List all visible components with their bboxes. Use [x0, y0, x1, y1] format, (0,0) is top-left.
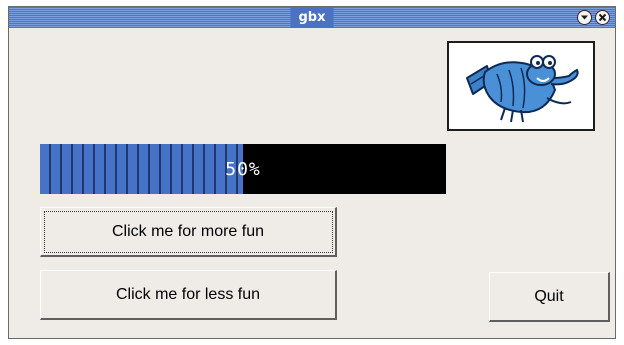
- title-bar[interactable]: gbx: [9, 7, 615, 28]
- close-icon: [598, 13, 607, 22]
- minimize-button[interactable]: [577, 10, 592, 25]
- chevron-down-icon: [581, 15, 588, 20]
- window-title: gbx: [290, 7, 334, 28]
- gbx-window: gbx 50% Click me for more fun Click me f…: [8, 6, 616, 339]
- more-fun-button[interactable]: Click me for more fun: [40, 207, 337, 257]
- close-button[interactable]: [595, 10, 610, 25]
- less-fun-button[interactable]: Click me for less fun: [40, 270, 337, 320]
- logo-image: [447, 41, 595, 131]
- progress-label: 50%: [225, 158, 261, 180]
- quit-button[interactable]: Quit: [489, 272, 610, 322]
- progress-bar: 50%: [40, 144, 446, 194]
- shrimp-mascot-icon: [466, 55, 579, 123]
